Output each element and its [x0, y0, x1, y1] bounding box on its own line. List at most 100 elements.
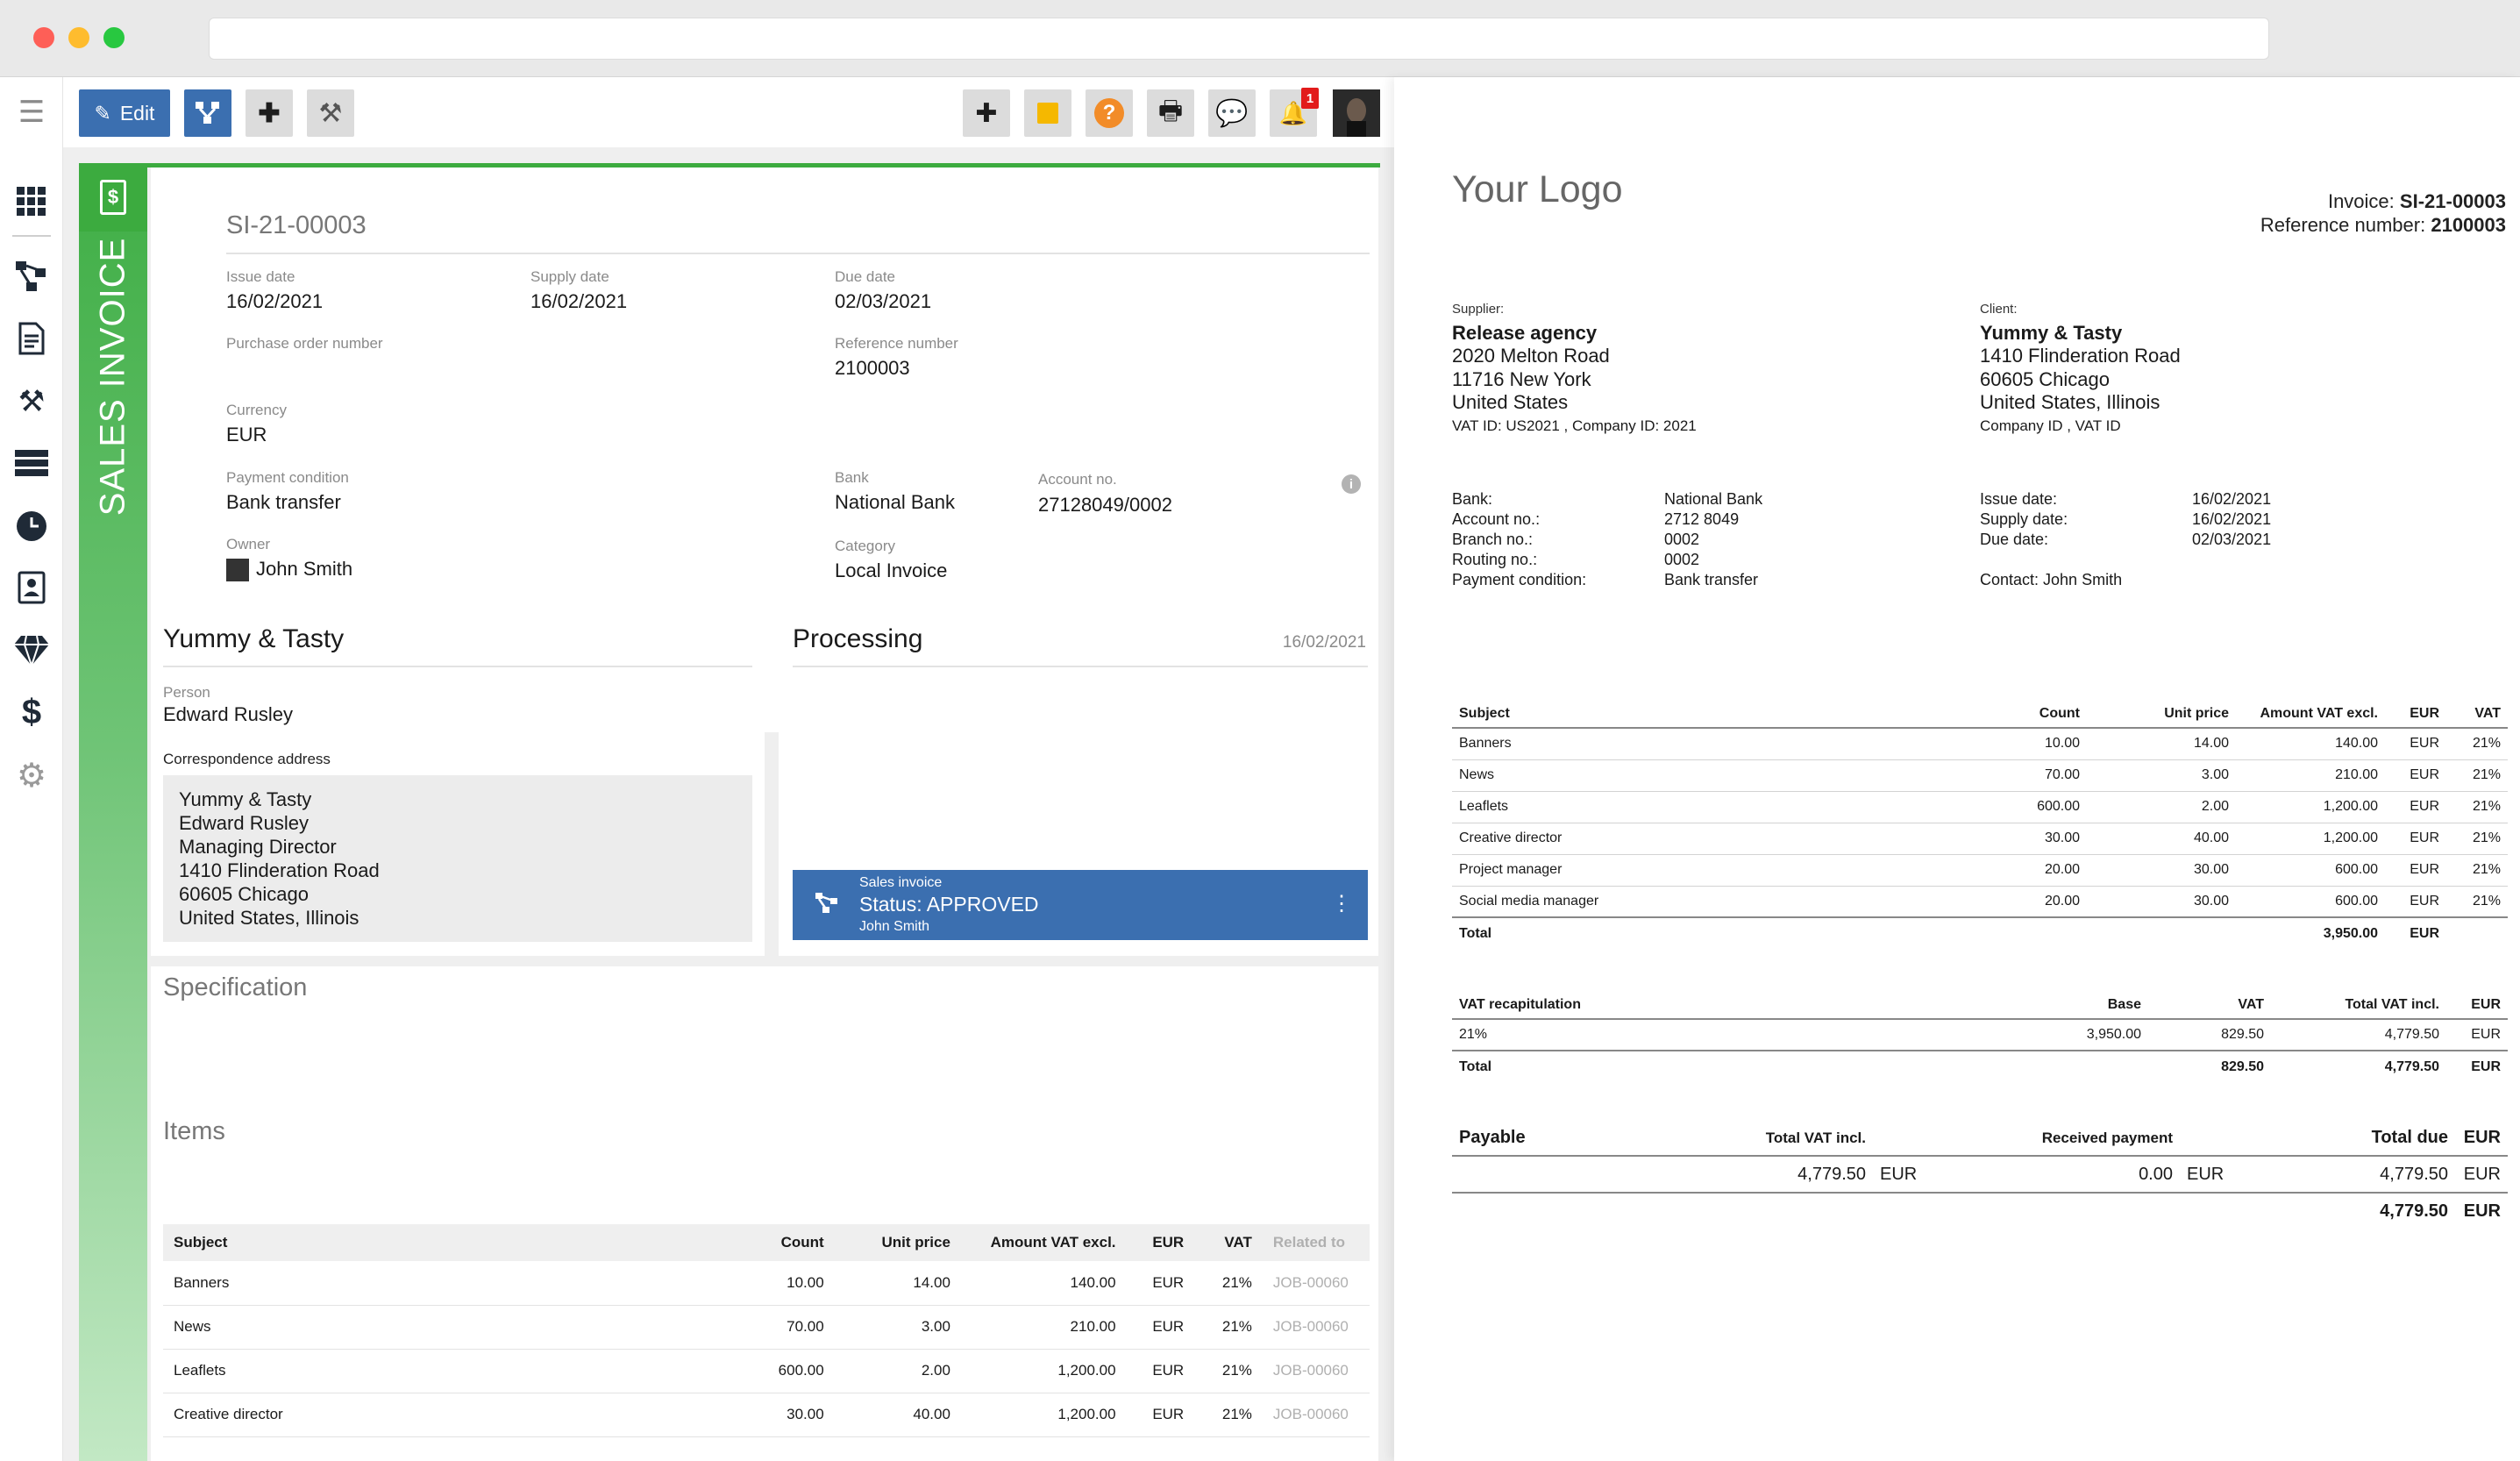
plus-icon: ✚ — [975, 98, 998, 128]
table-row[interactable]: News 70.00 3.00 210.00 EUR 21% JOB-00060 — [163, 1305, 1370, 1350]
correspondence-address-box[interactable]: Yummy & Tasty Edward Rusley Managing Dir… — [163, 775, 752, 942]
person-label: Person — [163, 684, 210, 701]
column-header[interactable]: VAT — [1194, 1224, 1263, 1261]
clock-icon[interactable] — [12, 507, 51, 545]
bank-info: Bank: National Bank Account no.: 2712 8049… — [1452, 490, 1763, 588]
supplier-block: Supplier: Release agency 2020 Melton Roa… — [1452, 298, 1697, 438]
table-row: Creative director 30.00 40.00 1,200.00 EUR 21… — [1452, 823, 2508, 855]
table-row[interactable]: Banners 10.00 14.00 140.00 EUR 21% JOB-0… — [163, 1261, 1370, 1306]
invoice-label: Invoice: — [2327, 190, 2395, 212]
column-header[interactable]: Subject — [163, 1224, 708, 1261]
client-label: Client: — [1980, 302, 2018, 317]
supplier-address-line: 2020 Melton Road — [1452, 345, 1610, 367]
status-text: Status: APPROVED — [859, 893, 1039, 916]
account-number-value[interactable]: 27128049/0002 — [1038, 494, 1172, 517]
tools-button[interactable]: ⚒ — [307, 89, 354, 137]
more-options-icon[interactable]: ⋮ — [1331, 891, 1352, 916]
column-header[interactable]: Count — [708, 1224, 835, 1261]
reference-number: 2100003 — [2431, 214, 2506, 236]
divider — [793, 666, 1368, 667]
notifications-button[interactable]: 🔔 1 — [1270, 88, 1319, 137]
divider — [163, 666, 752, 667]
create-button[interactable]: ✚ — [963, 89, 1010, 137]
apps-grid-icon[interactable] — [12, 182, 51, 221]
chat-bubbles-icon: 💬 — [1215, 98, 1249, 128]
column-header[interactable]: Amount VAT excl. — [960, 1224, 1127, 1261]
printer-icon: 🖶 — [1157, 96, 1184, 125]
logo-placeholder: Your Logo — [1452, 168, 1623, 210]
server-list-icon[interactable] — [12, 444, 51, 482]
payment-condition-label: Payment condition — [226, 469, 349, 486]
category-value[interactable]: Local Invoice — [835, 559, 947, 582]
column-header[interactable]: EUR — [1126, 1224, 1195, 1261]
window-minimize-button[interactable] — [68, 27, 89, 48]
diamond-icon[interactable] — [12, 631, 51, 670]
issue-date-value[interactable]: 16/02/2021 — [226, 290, 323, 313]
table-row: 21% 3,950.00 829.50 4,779.50 EUR — [1452, 1019, 2508, 1051]
address-line: Managing Director — [179, 836, 337, 858]
add-button[interactable]: ✚ — [246, 89, 293, 137]
reference-label: Reference number: — [2260, 214, 2426, 236]
owner-value[interactable]: John Smith — [226, 558, 352, 582]
supplier-address-line: United States — [1452, 391, 1569, 413]
hamburger-menu-icon[interactable]: ☰ — [12, 93, 51, 132]
help-button[interactable]: ? — [1086, 89, 1133, 137]
workflow-icon[interactable] — [12, 257, 51, 296]
table-total-row: Total 829.50 4,779.50 EUR — [1452, 1050, 2508, 1082]
client-name[interactable]: Yummy & Tasty — [163, 624, 344, 654]
column-header[interactable]: Related to — [1262, 1224, 1370, 1261]
category-label: Category — [835, 538, 895, 554]
person-value[interactable]: Edward Rusley — [163, 703, 293, 726]
grand-total-row: 4,779.50 EUR — [2380, 1201, 2501, 1221]
window-maximize-button[interactable] — [103, 27, 125, 48]
contacts-icon[interactable] — [12, 568, 51, 607]
status-user: John Smith — [859, 919, 930, 934]
window-close-button[interactable] — [33, 27, 54, 48]
currency-label: Currency — [226, 402, 287, 418]
info-icon[interactable]: i — [1342, 474, 1361, 494]
due-date-label: Due date — [835, 268, 895, 285]
currency-value[interactable]: EUR — [226, 424, 267, 446]
payable-row: 4,779.50 EUR 0.00 EUR 4,779.50 EUR — [1452, 1156, 2508, 1194]
dollar-icon[interactable]: $ — [12, 693, 51, 731]
record-type-title: SALES INVOICE — [93, 237, 132, 516]
table-row[interactable]: Creative director 30.00 40.00 1,200.00 E… — [163, 1393, 1370, 1437]
print-button[interactable]: 🖶 — [1147, 89, 1194, 137]
client-block: Client: Yummy & Tasty 1410 Flinderation … — [1980, 298, 2181, 438]
bank-value[interactable]: National Bank — [835, 491, 955, 514]
client-name: Yummy & Tasty — [1980, 321, 2123, 344]
workflow-status-box[interactable]: Sales invoice Status: APPROVED John Smit… — [793, 870, 1368, 940]
invoice-number: SI-21-00003 — [2399, 190, 2506, 212]
sticky-note-icon — [1037, 103, 1058, 124]
edit-button[interactable]: ✎ Edit — [79, 89, 170, 137]
invoice-preview: Your Logo Invoice: SI-21-00003 Reference… — [1394, 77, 2520, 1461]
user-avatar[interactable] — [1333, 89, 1380, 137]
supplier-ids: VAT ID: US2021 , Company ID: 2021 — [1452, 417, 1697, 434]
tools-icon[interactable]: ⚒ — [12, 382, 51, 421]
column-header[interactable]: Unit price — [834, 1224, 961, 1261]
payment-condition-value[interactable]: Bank transfer — [226, 491, 341, 514]
po-number-label: Purchase order number — [226, 335, 383, 352]
supply-date-label: Supply date — [530, 268, 609, 285]
payable-table: Payable Total VAT incl. Received payment… — [1452, 1121, 2508, 1229]
plus-icon: ✚ — [258, 98, 281, 128]
address-line: Edward Rusley — [179, 812, 309, 834]
chat-button[interactable]: 💬 — [1208, 89, 1256, 137]
address-bar[interactable] — [209, 18, 2269, 60]
note-button[interactable] — [1024, 89, 1071, 137]
supplier-name: Release agency — [1452, 321, 1598, 344]
contact-person: Contact: John Smith — [1980, 571, 2123, 588]
vat-recap-table: VAT recapitulation Base VAT Total VAT in… — [1452, 991, 2508, 1082]
reference-number-value[interactable]: 2100003 — [835, 357, 910, 380]
items-heading: Items — [163, 1117, 225, 1145]
workflow-button[interactable] — [184, 89, 231, 137]
items-table: Subject Count Unit price Amount VAT excl… — [163, 1224, 1370, 1437]
invoice-document-icon: $ — [100, 180, 126, 215]
status-type: Sales invoice — [859, 875, 943, 890]
table-row[interactable]: Leaflets 600.00 2.00 1,200.00 EUR 21% JO… — [163, 1349, 1370, 1393]
due-date-value[interactable]: 02/03/2021 — [835, 290, 931, 313]
settings-gear-icon[interactable]: ⚙ — [12, 756, 51, 795]
table-row: Banners 10.00 14.00 140.00 EUR 21% — [1452, 728, 2508, 760]
supply-date-value[interactable]: 16/02/2021 — [530, 290, 627, 313]
document-icon[interactable] — [12, 319, 51, 358]
